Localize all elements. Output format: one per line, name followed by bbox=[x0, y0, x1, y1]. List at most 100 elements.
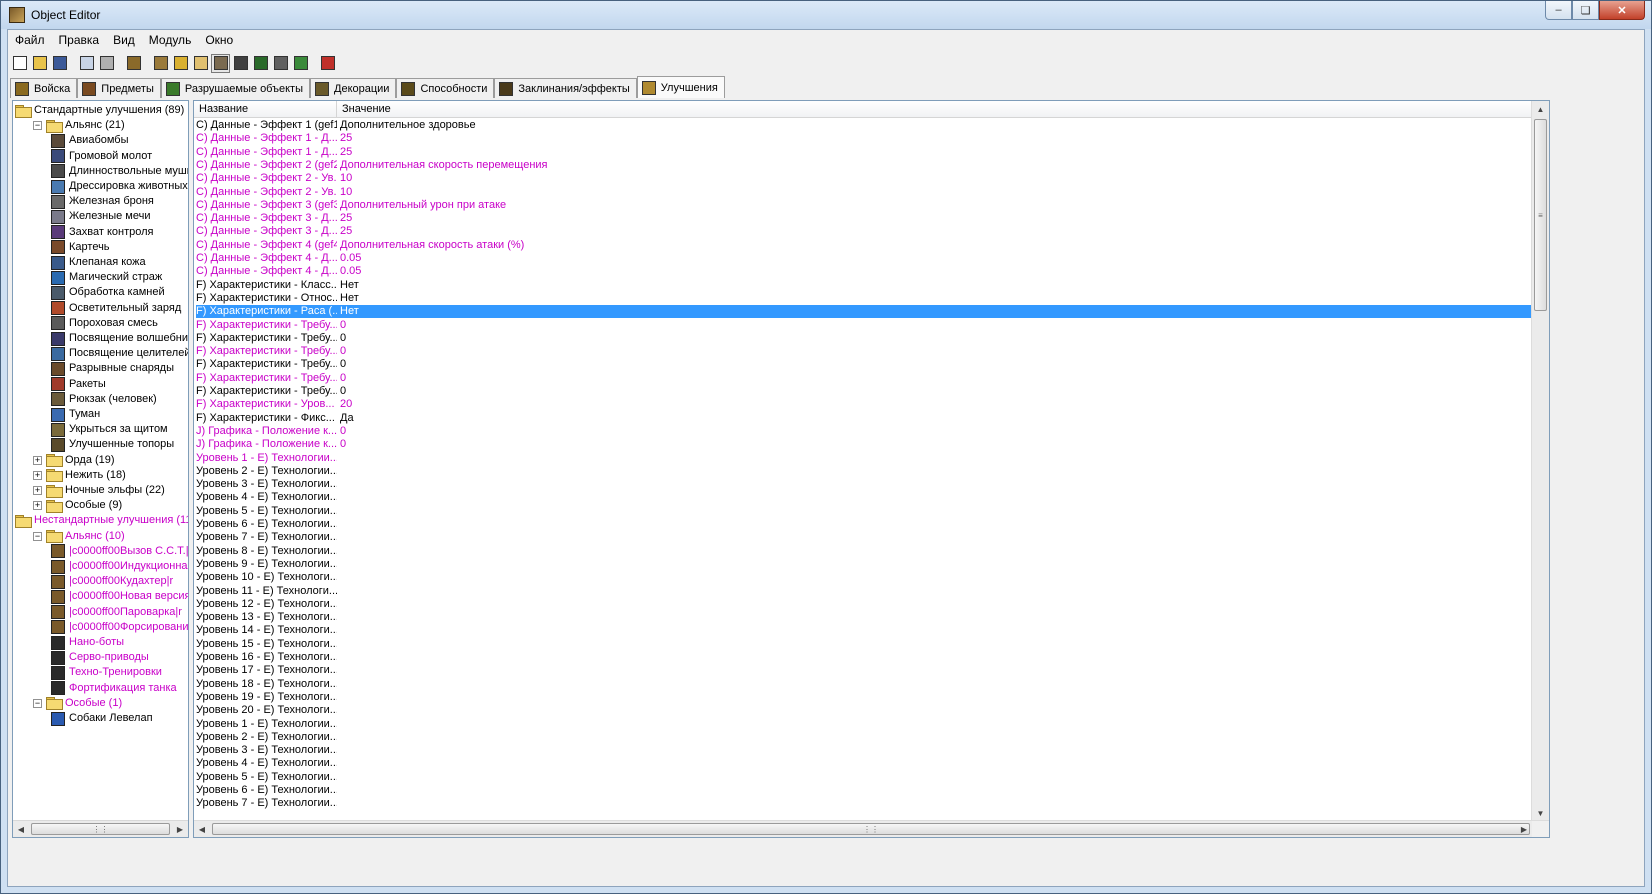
scroll-track[interactable]: ⋮⋮ bbox=[210, 822, 1532, 836]
tab-5[interactable]: Заклинания/эффекты bbox=[494, 78, 637, 98]
list-row[interactable]: J) Графика - Положение к... 0 bbox=[196, 425, 1532, 438]
tree-item[interactable]: Рюкзак (человек) bbox=[51, 392, 157, 407]
new-file-button[interactable] bbox=[10, 54, 29, 73]
list-row[interactable]: F) Характеристики - Требу... 0 bbox=[196, 332, 1532, 345]
tree-folder[interactable]: Нестандартные улучшения (11) bbox=[15, 513, 188, 528]
tree-item[interactable]: Посвящение целителей bbox=[51, 346, 188, 361]
list-row[interactable]: Уровень 7 - E) Технологии... bbox=[196, 531, 1532, 544]
list-row[interactable]: C) Данные - Эффект 1 - Д... 25 bbox=[196, 132, 1532, 145]
sound-editor-button[interactable] bbox=[191, 54, 210, 73]
tab-4[interactable]: Способности bbox=[396, 78, 495, 98]
tab-6[interactable]: Улучшения bbox=[636, 76, 725, 98]
ai-editor-button[interactable] bbox=[251, 54, 270, 73]
tree-folder[interactable]: + Ночные эльфы (22) bbox=[33, 483, 165, 498]
column-header-name[interactable]: Название bbox=[194, 101, 337, 117]
list-row[interactable]: F) Характеристики - Требу... 0 bbox=[196, 372, 1532, 385]
tab-3[interactable]: Декорации bbox=[310, 78, 397, 98]
tree-item[interactable]: Железные мечи bbox=[51, 209, 150, 224]
title-bar[interactable]: Object Editor – ❏ ✕ bbox=[1, 1, 1651, 29]
list-row[interactable]: Уровень 8 - E) Технологии... bbox=[196, 545, 1532, 558]
list-row[interactable]: C) Данные - Эффект 3 (gef3) Дополнительны… bbox=[196, 199, 1532, 212]
tree-folder[interactable]: − Альянс (21) bbox=[33, 118, 125, 133]
list-row[interactable]: F) Характеристики - Уров... 20 bbox=[196, 398, 1532, 411]
list-row[interactable]: F) Характеристики - Класс... Нет bbox=[196, 279, 1532, 292]
maximize-button[interactable]: ❏ bbox=[1572, 1, 1599, 20]
list-row[interactable]: F) Характеристики - Фикс... Да bbox=[196, 412, 1532, 425]
list-row[interactable]: F) Характеристики - Требу... 0 bbox=[196, 358, 1532, 371]
scroll-track[interactable]: ⋮⋮ bbox=[29, 822, 172, 836]
tree-folder[interactable]: − Альянс (10) bbox=[33, 529, 125, 544]
exit-button[interactable] bbox=[318, 54, 337, 73]
list-horizontal-scrollbar[interactable]: ◀ ⋮⋮ ▶ bbox=[194, 820, 1549, 837]
tree-item[interactable]: Клепаная кожа bbox=[51, 255, 146, 270]
collapse-icon[interactable]: − bbox=[33, 531, 42, 541]
list-row[interactable]: Уровень 6 - E) Технологии... bbox=[196, 518, 1532, 531]
minimize-button[interactable]: – bbox=[1545, 1, 1572, 20]
field-list[interactable]: Название Значение C) Данные - Эффект 1 (… bbox=[193, 100, 1550, 838]
menu-4[interactable]: Окно bbox=[198, 30, 240, 49]
vertical-scroll-thumb[interactable]: ≡ bbox=[1534, 119, 1547, 311]
list-row[interactable]: F) Характеристики - Требу... 0 bbox=[196, 385, 1532, 398]
tab-1[interactable]: Предметы bbox=[77, 78, 161, 98]
list-row[interactable]: Уровень 2 - E) Технологии... bbox=[196, 731, 1532, 744]
list-row[interactable]: J) Графика - Положение к... 0 bbox=[196, 438, 1532, 451]
expand-icon[interactable]: + bbox=[33, 455, 42, 465]
list-row[interactable]: Уровень 9 - E) Технологии... bbox=[196, 558, 1532, 571]
tree-item[interactable]: Магический страж bbox=[51, 270, 162, 285]
list-row[interactable]: Уровень 11 - E) Технологи... bbox=[196, 585, 1532, 598]
tree-item[interactable]: Нано-боты bbox=[51, 635, 124, 650]
tree-item[interactable]: Улучшенные топоры bbox=[51, 437, 174, 452]
tree-item[interactable]: Длинноствольные мушкеты bbox=[51, 164, 188, 179]
list-row[interactable]: Уровень 12 - E) Технологи... bbox=[196, 598, 1532, 611]
tree-item[interactable]: |c0000ff00Кудахтер|r bbox=[51, 574, 173, 589]
tree-item[interactable]: Собаки Левелап bbox=[51, 711, 153, 726]
list-row[interactable]: C) Данные - Эффект 2 - Ув... 10 bbox=[196, 186, 1532, 199]
list-row[interactable]: Уровень 3 - E) Технологии... bbox=[196, 744, 1532, 757]
tree-item[interactable]: Дрессировка животных bbox=[51, 179, 188, 194]
list-row[interactable]: Уровень 20 - E) Технологи... bbox=[196, 704, 1532, 717]
list-row[interactable]: Уровень 10 - E) Технологи... bbox=[196, 571, 1532, 584]
tree-item[interactable]: |c0000ff00Форсирование bbox=[51, 620, 188, 635]
list-row[interactable]: Уровень 7 - E) Технологии... bbox=[196, 797, 1532, 810]
list-row[interactable]: C) Данные - Эффект 4 - Д... 0.05 bbox=[196, 252, 1532, 265]
scroll-left-icon[interactable]: ◀ bbox=[194, 821, 210, 837]
tree-item[interactable]: |c0000ff00Новая версия bbox=[51, 589, 188, 604]
tree-item[interactable]: Громовой молот bbox=[51, 149, 152, 164]
tree-item[interactable]: Осветительный заряд bbox=[51, 301, 181, 316]
tree-folder[interactable]: + Орда (19) bbox=[33, 453, 115, 468]
list-row[interactable]: Уровень 15 - E) Технологи... bbox=[196, 638, 1532, 651]
list-row[interactable]: Уровень 4 - E) Технологии... bbox=[196, 491, 1532, 504]
expand-icon[interactable]: + bbox=[33, 470, 42, 480]
tree-item[interactable]: Туман bbox=[51, 407, 100, 422]
list-row[interactable]: Уровень 6 - E) Технологии... bbox=[196, 784, 1532, 797]
list-row[interactable]: C) Данные - Эффект 4 - Д... 0.05 bbox=[196, 265, 1532, 278]
tree-item[interactable]: Ракеты bbox=[51, 377, 106, 392]
tab-0[interactable]: Войска bbox=[10, 78, 78, 98]
list-row[interactable]: C) Данные - Эффект 1 (gef1) Дополнительно… bbox=[196, 119, 1532, 132]
list-row[interactable]: F) Характеристики - Раса (... Нет bbox=[196, 305, 1532, 319]
scroll-right-icon[interactable]: ▶ bbox=[1516, 821, 1532, 837]
list-row[interactable]: Уровень 2 - E) Технологии... bbox=[196, 465, 1532, 478]
tree-item[interactable]: |c0000ff00Вызов C.C.T.|r bbox=[51, 544, 188, 559]
trigger-editor-button[interactable] bbox=[151, 54, 170, 73]
tree-item[interactable]: Техно-Тренировки bbox=[51, 665, 162, 680]
tree-item[interactable]: Серво-приводы bbox=[51, 650, 149, 665]
close-button[interactable]: ✕ bbox=[1599, 1, 1645, 20]
list-row[interactable]: C) Данные - Эффект 3 - Д... 25 bbox=[196, 212, 1532, 225]
expand-icon[interactable]: + bbox=[33, 501, 42, 511]
menu-1[interactable]: Правка bbox=[52, 30, 107, 49]
list-row[interactable]: C) Данные - Эффект 2 - Ув... 10 bbox=[196, 172, 1532, 185]
list-row[interactable]: C) Данные - Эффект 4 (gef4) Дополнительна… bbox=[196, 239, 1532, 252]
object-tree[interactable]: Стандартные улучшения (89) − Альянс (21) Ав… bbox=[12, 100, 189, 838]
list-row[interactable]: F) Характеристики - Требу... 0 bbox=[196, 345, 1532, 358]
list-row[interactable]: Уровень 1 - E) Технологии... bbox=[196, 452, 1532, 465]
import-manager-button[interactable] bbox=[271, 54, 290, 73]
text-editor-button[interactable] bbox=[171, 54, 190, 73]
list-row[interactable]: C) Данные - Эффект 1 - Д... 25 bbox=[196, 146, 1532, 159]
list-vertical-scrollbar[interactable]: ▲ ≡ ▼ bbox=[1531, 101, 1549, 821]
list-row[interactable]: Уровень 1 - E) Технологии... bbox=[196, 718, 1532, 731]
tree-item[interactable]: Фортификация танка bbox=[51, 681, 177, 696]
tree-folder[interactable]: + Особые (9) bbox=[33, 498, 122, 513]
menu-0[interactable]: Файл bbox=[8, 30, 52, 49]
list-row[interactable]: Уровень 5 - E) Технологии... bbox=[196, 771, 1532, 784]
